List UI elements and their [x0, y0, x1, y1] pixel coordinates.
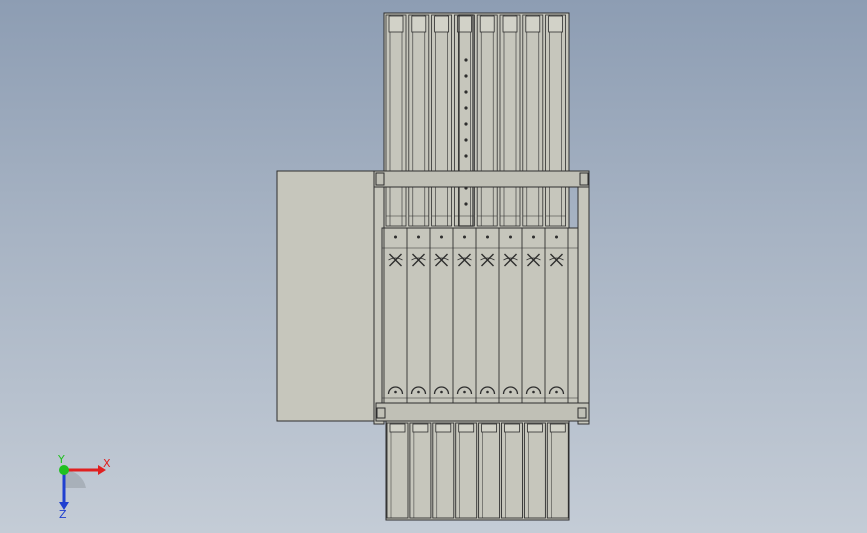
drawer-handle: [389, 423, 406, 433]
upper-rack: [383, 12, 570, 229]
upper-slot-tab: [479, 15, 495, 33]
bottom-dot: [394, 390, 397, 394]
rail-dot: [464, 74, 468, 78]
bottom-dot: [486, 390, 489, 394]
middle-module: [381, 227, 579, 404]
axis-triad: X Y Z: [57, 453, 111, 520]
drawer-handle: [481, 423, 498, 433]
y-axis-dot: [59, 465, 69, 475]
mount-dot: [394, 235, 397, 239]
mount-dot: [486, 235, 489, 239]
upper-slot-tab: [525, 15, 541, 33]
upper-slot-tab: [411, 15, 427, 33]
mount-dot: [555, 235, 558, 239]
bottom-dot: [532, 390, 535, 394]
bottom-dot: [509, 390, 512, 394]
x-axis-label: X: [103, 457, 111, 470]
mount-dot: [509, 235, 512, 239]
side-panel: [276, 170, 378, 422]
rail-dot: [464, 90, 468, 94]
upper-slot-tab: [434, 15, 450, 33]
rail-dot: [464, 58, 468, 62]
drawer-handle: [527, 423, 543, 433]
drawer-handle: [504, 423, 520, 433]
mount-dot: [532, 235, 535, 239]
y-axis-label: Y: [57, 453, 65, 466]
right-rail: [577, 186, 590, 425]
mount-dot: [463, 235, 466, 239]
bottom-dot: [440, 390, 443, 394]
upper-slot-tab: [502, 15, 518, 33]
upper-slot-tab: [548, 15, 563, 33]
lower-drawers: [385, 420, 570, 521]
cross-beam: [373, 170, 590, 188]
cad-viewport[interactable]: [0, 0, 867, 533]
mount-dot: [440, 235, 443, 239]
bottom-dot: [417, 390, 420, 394]
rail-dot: [464, 154, 468, 158]
drawer-handle: [458, 423, 475, 433]
rail-dot: [464, 202, 468, 206]
z-axis-label: Z: [59, 508, 67, 520]
bottom-dot: [555, 390, 558, 394]
drawer-handle: [435, 423, 452, 433]
drawer-handle: [549, 423, 566, 433]
upper-slot-tab: [388, 15, 404, 33]
mount-dot: [417, 235, 420, 239]
drawer-handle: [412, 423, 429, 433]
bottom-dot: [463, 390, 466, 394]
rail-dot: [464, 138, 468, 142]
rail-dot: [464, 122, 468, 126]
bottom-beam: [375, 402, 590, 422]
rail-dot: [464, 106, 468, 110]
